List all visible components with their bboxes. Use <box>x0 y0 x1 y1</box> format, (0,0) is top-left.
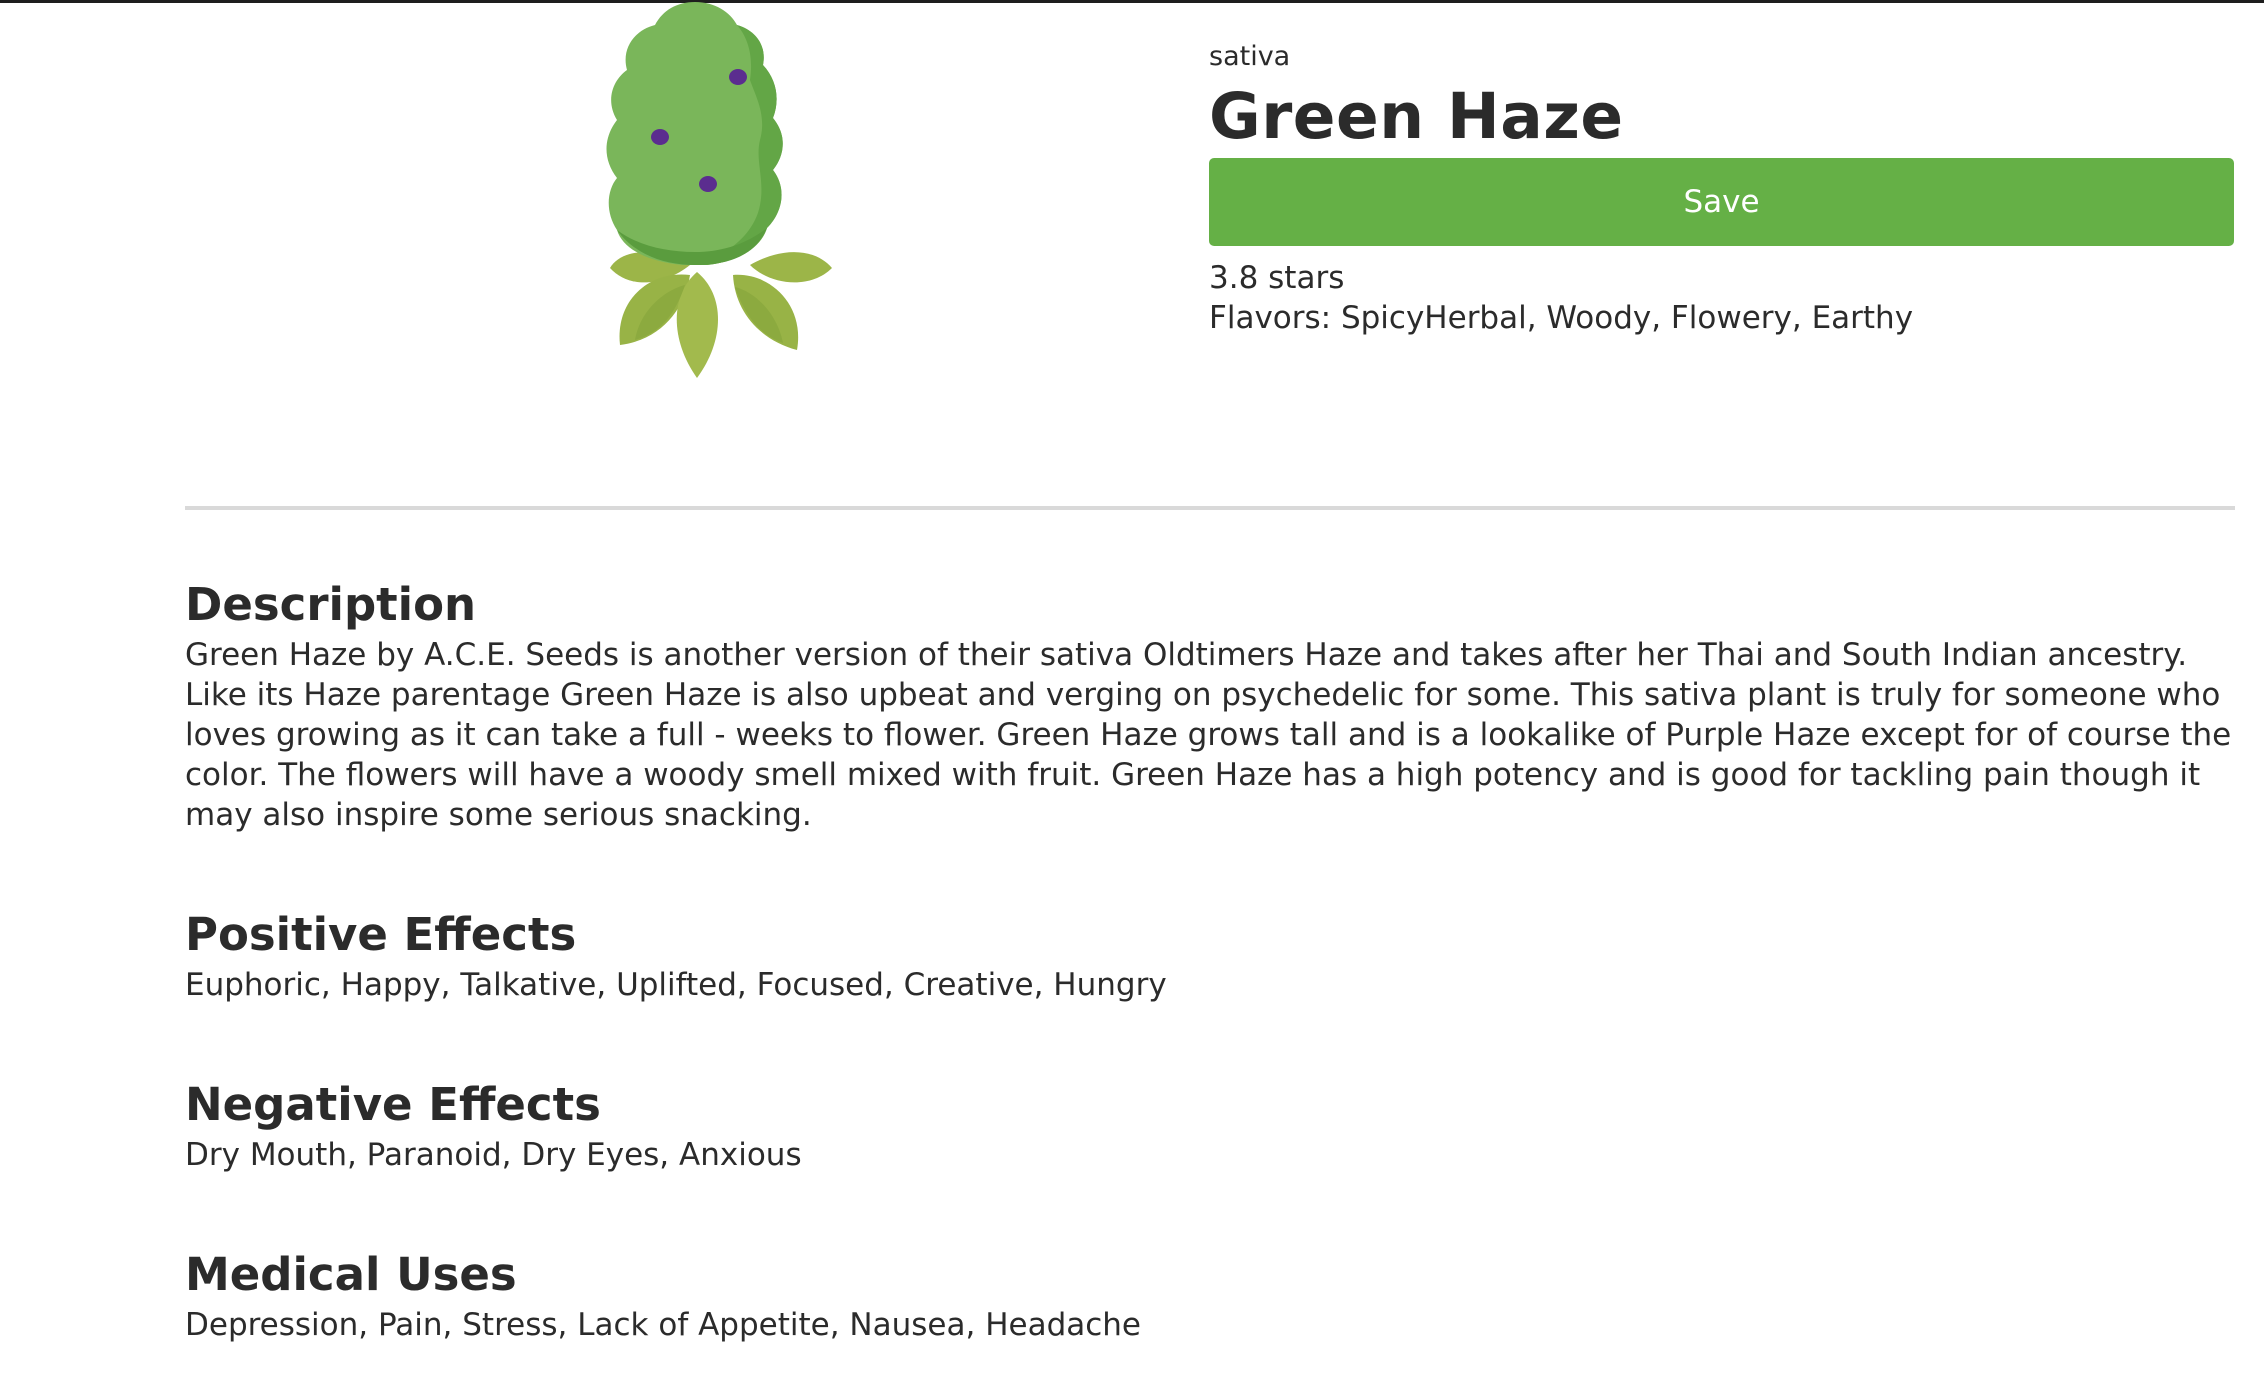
description-text: Green Haze by A.C.E. Seeds is another ve… <box>185 637 2232 833</box>
positive-effects-heading: Positive Effects <box>185 908 577 961</box>
save-button[interactable]: Save <box>1209 158 2234 246</box>
description-section: Description Green Haze by A.C.E. Seeds i… <box>185 575 2235 835</box>
negative-effects-heading: Negative Effects <box>185 1078 601 1131</box>
strain-sections: Description Green Haze by A.C.E. Seeds i… <box>185 575 2235 1345</box>
strain-name: Green Haze <box>1209 80 1624 153</box>
negative-effects-text: Dry Mouth, Paranoid, Dry Eyes, Anxious <box>185 1137 802 1173</box>
medical-uses-text: Depression, Pain, Stress, Lack of Appeti… <box>185 1307 1142 1343</box>
strain-type: sativa <box>1209 41 1291 72</box>
description-heading: Description <box>185 578 477 631</box>
strain-header: sativa Green Haze Save 3.8 stars Flavors… <box>1209 38 2234 338</box>
negative-effects-section: Negative Effects Dry Mouth, Paranoid, Dr… <box>185 1075 2235 1175</box>
medical-uses-heading: Medical Uses <box>185 1248 517 1301</box>
section-divider <box>185 506 2235 510</box>
strain-flavors: Flavors: SpicyHerbal, Woody, Flowery, Ea… <box>1209 300 1914 336</box>
cannabis-bud-icon <box>555 0 840 385</box>
positive-effects-text: Euphoric, Happy, Talkative, Uplifted, Fo… <box>185 967 1167 1003</box>
strain-rating: 3.8 stars <box>1209 260 1345 296</box>
positive-effects-section: Positive Effects Euphoric, Happy, Talkat… <box>185 905 2235 1005</box>
medical-uses-section: Medical Uses Depression, Pain, Stress, L… <box>185 1245 2235 1345</box>
strain-detail-page: sativa Green Haze Save 3.8 stars Flavors… <box>0 0 2264 1376</box>
